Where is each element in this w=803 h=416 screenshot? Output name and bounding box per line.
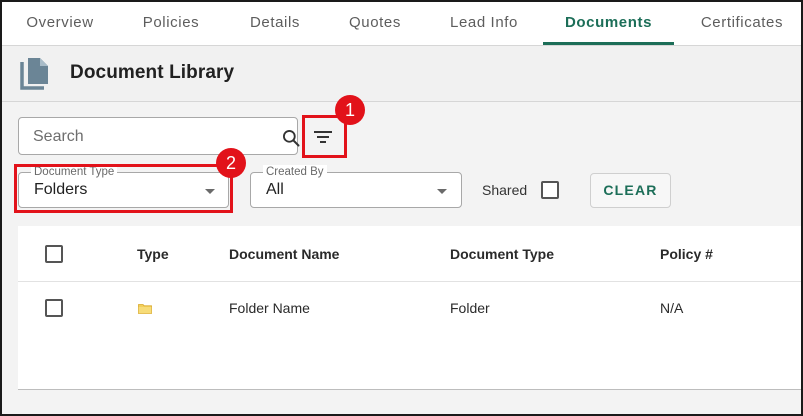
select-all-checkbox[interactable] <box>45 245 63 263</box>
column-header-type[interactable]: Type <box>137 246 169 262</box>
table-header: Type Document Name Document Type Policy … <box>18 226 801 282</box>
tab-certificates[interactable]: Certificates <box>686 2 798 46</box>
annotation-badge-1: 1 <box>335 95 365 125</box>
folder-icon <box>138 304 152 314</box>
search-input[interactable] <box>33 126 253 148</box>
document-type-cell: Folder <box>450 300 490 316</box>
document-icon <box>20 58 48 90</box>
shared-label: Shared <box>482 182 528 198</box>
dropdown-arrow-icon <box>437 189 447 194</box>
active-tab-indicator <box>543 42 674 45</box>
document-library-header: Document Library <box>2 46 801 102</box>
tab-documents[interactable]: Documents <box>543 2 674 46</box>
created-by-select[interactable]: Created By All <box>250 165 462 208</box>
annotation-badge-2: 2 <box>216 148 246 178</box>
search-box <box>18 117 301 155</box>
tab-details[interactable]: Details <box>234 2 316 46</box>
shared-checkbox[interactable] <box>541 181 559 199</box>
document-name-cell: Folder Name <box>229 300 310 316</box>
search-icon[interactable] <box>281 128 301 148</box>
created-by-label: Created By <box>263 165 327 179</box>
page-title: Document Library <box>70 62 235 83</box>
filter-bar: 1 Document Type Folders 2 Created By All… <box>2 95 801 226</box>
clear-button[interactable]: CLEAR <box>590 173 671 208</box>
column-header-document-type[interactable]: Document Type <box>450 246 554 262</box>
row-checkbox[interactable] <box>45 299 63 317</box>
documents-table: Type Document Name Document Type Policy … <box>18 226 801 390</box>
annotation-box-2 <box>14 164 233 213</box>
column-header-policy[interactable]: Policy # <box>660 246 713 262</box>
tab-lead-info[interactable]: Lead Info <box>434 2 534 46</box>
created-by-value: All <box>266 181 284 198</box>
tab-bar: Overview Policies Details Quotes Lead In… <box>2 2 801 46</box>
tab-policies[interactable]: Policies <box>124 2 218 46</box>
policy-cell: N/A <box>660 300 684 316</box>
column-header-document-name[interactable]: Document Name <box>229 246 339 262</box>
tab-quotes[interactable]: Quotes <box>334 2 416 46</box>
app-frame: Overview Policies Details Quotes Lead In… <box>0 0 803 416</box>
table-row[interactable]: Folder Name Folder N/A <box>18 282 801 334</box>
tab-overview[interactable]: Overview <box>12 2 108 46</box>
